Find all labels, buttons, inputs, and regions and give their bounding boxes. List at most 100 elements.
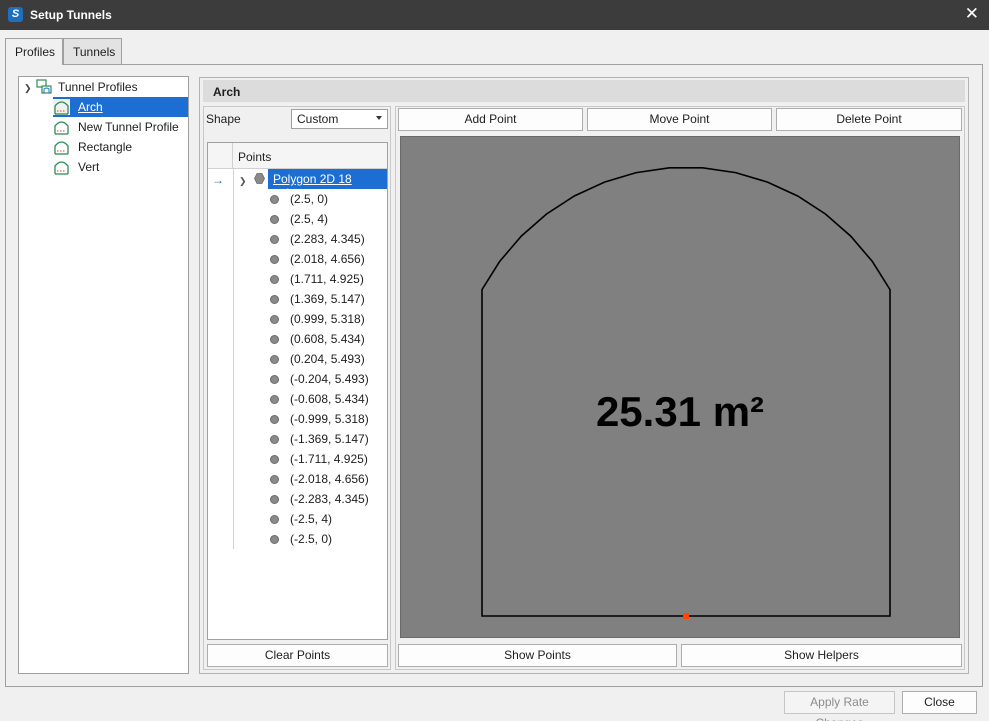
profile-tree: ❯ Tunnel Profiles Arch New Tunnel Profil… bbox=[18, 76, 189, 674]
point-coord-label: (0.204, 5.493) bbox=[290, 352, 365, 366]
point-dot-icon bbox=[270, 414, 279, 424]
tunnel-profile-icon bbox=[54, 141, 69, 155]
point-row[interactable]: (-0.999, 5.318) bbox=[270, 409, 369, 429]
tunnel-profile-icon bbox=[53, 99, 70, 115]
current-row-arrow-icon: → bbox=[212, 173, 224, 187]
show-helpers-button[interactable]: Show Helpers bbox=[681, 644, 962, 667]
grid-gutter-divider bbox=[233, 169, 234, 549]
add-point-button[interactable]: Add Point bbox=[398, 108, 583, 131]
point-coord-label: (-0.608, 5.434) bbox=[290, 392, 369, 406]
tree-item-rectangle[interactable]: Rectangle bbox=[53, 137, 188, 157]
point-dot-icon bbox=[270, 274, 279, 284]
point-row[interactable]: (0.608, 5.434) bbox=[270, 329, 365, 349]
tree-root[interactable]: ❯ Tunnel Profiles bbox=[19, 77, 188, 97]
point-coord-label: (0.608, 5.434) bbox=[290, 332, 365, 346]
point-dot-icon bbox=[270, 434, 279, 444]
title-bar: S Setup Tunnels ✕ bbox=[0, 0, 989, 30]
point-coord-label: (2.5, 0) bbox=[290, 192, 329, 206]
tree-item-label: Vert bbox=[78, 160, 100, 174]
show-points-button[interactable]: Show Points bbox=[398, 644, 677, 667]
profile-name-header: Arch bbox=[203, 80, 965, 102]
origin-marker[interactable] bbox=[683, 613, 689, 619]
point-dot-icon bbox=[270, 514, 279, 524]
close-button[interactable]: Close bbox=[902, 691, 977, 714]
point-coord-label: (2.283, 4.345) bbox=[290, 232, 365, 246]
point-coord-label: (2.5, 4) bbox=[290, 212, 329, 226]
point-coord-label: (-1.369, 5.147) bbox=[290, 432, 369, 446]
tree-item-vert[interactable]: Vert bbox=[53, 157, 188, 177]
point-dot-icon bbox=[270, 314, 279, 324]
point-row[interactable]: (2.5, 4) bbox=[270, 209, 328, 229]
point-dot-icon bbox=[270, 194, 279, 204]
close-icon[interactable]: ✕ bbox=[965, 4, 979, 24]
point-dot-icon bbox=[270, 494, 279, 504]
point-row[interactable]: (-0.204, 5.493) bbox=[270, 369, 369, 389]
point-dot-icon bbox=[270, 394, 279, 404]
point-row[interactable]: (0.999, 5.318) bbox=[270, 309, 365, 329]
move-point-button[interactable]: Move Point bbox=[587, 108, 772, 131]
polygon-node-label[interactable]: Polygon 2D 18 points bbox=[268, 169, 387, 200]
point-dot-icon bbox=[270, 294, 279, 304]
app-icon: S bbox=[8, 7, 23, 22]
point-coord-label: (-0.204, 5.493) bbox=[290, 372, 369, 386]
point-dot-icon bbox=[270, 534, 279, 544]
point-dot-icon bbox=[270, 354, 279, 364]
point-row[interactable]: (-2.018, 4.656) bbox=[270, 469, 369, 489]
tree-item-arch[interactable]: Arch bbox=[53, 97, 188, 117]
shape-dropdown-value: Custom bbox=[297, 112, 339, 126]
point-dot-icon bbox=[270, 474, 279, 484]
point-row[interactable]: (-1.711, 4.925) bbox=[270, 449, 368, 469]
point-row[interactable]: (2.283, 4.345) bbox=[270, 229, 365, 249]
point-coord-label: (2.018, 4.656) bbox=[290, 252, 365, 266]
point-coord-label: (0.999, 5.318) bbox=[290, 312, 365, 326]
polygon-icon bbox=[254, 173, 265, 184]
chevron-down-icon[interactable]: ❯ bbox=[239, 176, 247, 187]
profile-canvas[interactable] bbox=[400, 136, 960, 638]
point-coord-label: (1.711, 4.925) bbox=[290, 272, 364, 286]
point-coord-label: (1.369, 5.147) bbox=[290, 292, 365, 306]
points-grid[interactable]: Points → ❯ Polygon 2D 18 points (2.5, 0)… bbox=[207, 142, 388, 640]
tunnel-profiles-icon bbox=[36, 79, 52, 94]
tunnel-profile-icon bbox=[54, 161, 69, 175]
point-dot-icon bbox=[270, 374, 279, 384]
point-row[interactable]: (1.711, 4.925) bbox=[270, 269, 364, 289]
point-row[interactable]: (1.369, 5.147) bbox=[270, 289, 365, 309]
area-label: 25.31 m² bbox=[595, 388, 765, 435]
point-row[interactable]: (-2.5, 4) bbox=[270, 509, 332, 529]
clear-points-button[interactable]: Clear Points bbox=[207, 644, 388, 667]
point-dot-icon bbox=[270, 454, 279, 464]
grid-header: Points bbox=[208, 143, 387, 169]
point-coord-label: (-2.5, 4) bbox=[290, 512, 333, 526]
profile-outline-drawing bbox=[481, 166, 891, 619]
point-row[interactable]: (-2.283, 4.345) bbox=[270, 489, 369, 509]
points-column-header[interactable]: Points bbox=[238, 150, 271, 164]
dropdown-arrow-icon[interactable] bbox=[376, 116, 382, 120]
point-row[interactable]: (-0.608, 5.434) bbox=[270, 389, 369, 409]
tunnel-profile-icon bbox=[54, 121, 69, 135]
grid-header-gutter bbox=[208, 143, 233, 169]
tree-item-new-tunnel-profile[interactable]: New Tunnel Profile bbox=[53, 117, 188, 137]
apply-rate-changes-button[interactable]: Apply Rate Changes bbox=[784, 691, 895, 721]
tab-profiles[interactable]: Profiles bbox=[5, 38, 63, 65]
point-dot-icon bbox=[270, 334, 279, 344]
point-dot-icon bbox=[270, 214, 279, 224]
tree-item-label: New Tunnel Profile bbox=[78, 120, 179, 134]
point-coord-label: (-1.711, 4.925) bbox=[290, 452, 368, 466]
point-row[interactable]: (0.204, 5.493) bbox=[270, 349, 365, 369]
point-row[interactable]: (-1.369, 5.147) bbox=[270, 429, 369, 449]
shape-dropdown[interactable]: Custom bbox=[291, 109, 388, 129]
chevron-down-icon[interactable]: ❯ bbox=[24, 83, 32, 94]
point-coord-label: (-0.999, 5.318) bbox=[290, 412, 369, 426]
tree-root-label: Tunnel Profiles bbox=[58, 80, 138, 94]
point-coord-label: (-2.018, 4.656) bbox=[290, 472, 369, 486]
point-row[interactable]: (-2.5, 0) bbox=[270, 529, 332, 549]
delete-point-button[interactable]: Delete Point bbox=[776, 108, 962, 131]
point-row[interactable]: (2.5, 0) bbox=[270, 189, 328, 209]
tab-tunnels[interactable]: Tunnels bbox=[63, 38, 122, 64]
shape-label: Shape bbox=[206, 112, 241, 126]
window-title: Setup Tunnels bbox=[30, 8, 112, 22]
point-coord-label: (-2.283, 4.345) bbox=[290, 492, 369, 506]
point-row[interactable]: (2.018, 4.656) bbox=[270, 249, 365, 269]
tree-item-label: Arch bbox=[78, 100, 103, 114]
point-dot-icon bbox=[270, 234, 279, 244]
